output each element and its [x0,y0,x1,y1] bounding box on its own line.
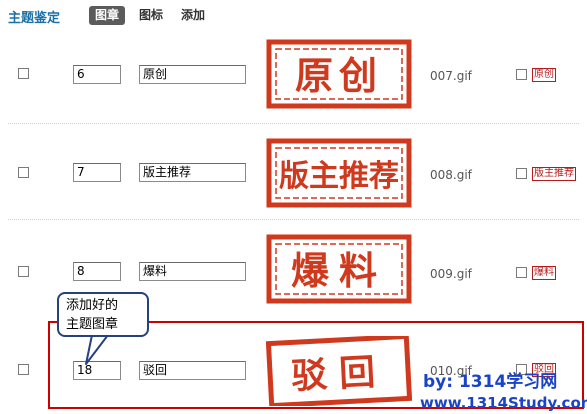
stamp-image: 爆料 [266,234,412,304]
order-input[interactable]: 8 [73,262,121,281]
select-checkbox[interactable] [18,364,29,375]
name-input[interactable]: 版主推荐 [139,163,246,182]
order-input[interactable]: 18 [73,361,121,380]
stamp-image: 原创 [266,39,412,109]
select-checkbox[interactable] [18,68,29,79]
enable-checkbox[interactable] [516,267,527,278]
stamp-image: 版主推荐 [266,138,412,208]
order-input[interactable]: 7 [73,163,121,182]
enable-checkbox[interactable] [516,168,527,179]
name-input[interactable]: 原创 [139,65,246,84]
stamp-text: 原创 [295,54,383,98]
callout-bubble: 添加好的 主题图章 [57,292,149,337]
name-input[interactable]: 驳回 [139,361,246,380]
callout-line: 添加好的 [66,298,119,313]
watermark: by: 1314学习网 www.1314Study.com [420,372,587,414]
file-name: 007.gif [430,69,472,83]
watermark-line: www.1314Study.com [420,394,587,412]
tab-stamp[interactable]: 图章 [89,6,126,25]
stamp-text: 驳回 [290,352,388,398]
select-checkbox[interactable] [18,167,29,178]
stamp-badge: 版主推荐 [532,167,576,181]
watermark-line: by: 1314学习网 [423,372,558,392]
table-row: 7 版主推荐 版主推荐 008.gif 版主推荐 [0,124,587,220]
file-name: 008.gif [430,168,472,182]
select-checkbox[interactable] [18,266,29,277]
header: 主题鉴定 图章 图标 添加 [0,0,587,30]
name-input[interactable]: 爆料 [139,262,246,281]
enable-checkbox[interactable] [516,69,527,80]
tab-add[interactable]: 添加 [181,6,205,25]
page-title: 主题鉴定 [8,11,61,26]
tab-icon[interactable]: 图标 [139,6,163,25]
row-divider [8,219,579,220]
callout-line: 主题图章 [66,317,119,332]
stamp-badge: 爆料 [532,266,556,280]
order-input[interactable]: 6 [73,65,121,84]
stamp-text: 版主推荐 [279,159,399,194]
stamp-image: 驳回 [266,336,412,406]
table-row: 6 原创 原创 007.gif 原创 [0,28,587,124]
stamp-badge: 原创 [532,68,556,82]
stamp-text: 爆料 [291,249,387,293]
file-name: 009.gif [430,267,472,281]
